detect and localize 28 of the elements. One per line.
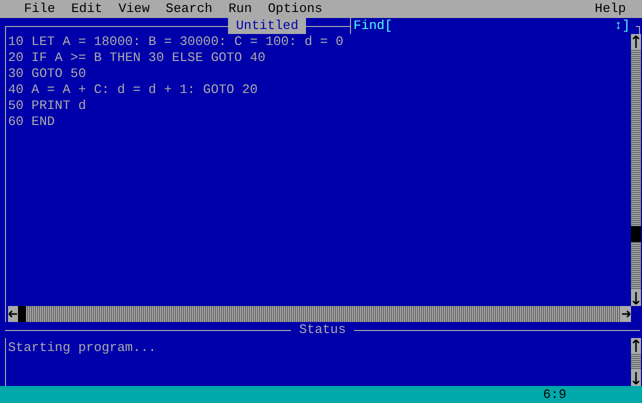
down-arrow-icon[interactable] <box>631 290 641 306</box>
code-line: 50 PRINT d <box>8 98 86 114</box>
horizontal-scrollbar[interactable] <box>8 306 631 322</box>
code-line: 10 LET A = 18000: B = 30000: C = 100: d = 0 <box>8 34 344 50</box>
scroll-thumb[interactable] <box>631 226 641 242</box>
find-label[interactable]: Find[ <box>351 18 392 34</box>
code-line: 20 IF A >= B THEN 30 ELSE GOTO 40 <box>8 50 266 66</box>
menu-item[interactable]: Help <box>594 1 626 17</box>
up-arrow-icon[interactable] <box>631 34 641 50</box>
menu-item[interactable]: File <box>24 1 56 17</box>
menu-item[interactable]: Search <box>166 1 212 17</box>
find-end: ↕] <box>614 18 630 34</box>
up-arrow-icon[interactable] <box>631 338 641 354</box>
code-line: 60 END <box>8 114 55 130</box>
vertical-scrollbar[interactable] <box>631 338 641 386</box>
vertical-scrollbar[interactable] <box>631 34 641 306</box>
menu-item[interactable]: View <box>118 1 150 17</box>
window-title: Untitled <box>228 18 306 34</box>
panel-title: Status <box>298 322 347 338</box>
status-message: Starting program... <box>8 340 158 356</box>
code-line: 40 A = A + C: d = d + 1: GOTO 20 <box>8 82 258 98</box>
cursor-position: 6:9 <box>543 386 566 402</box>
down-arrow-icon[interactable] <box>631 370 641 386</box>
menu-item[interactable]: Edit <box>71 1 102 17</box>
code-line: 30 GOTO 50 <box>8 66 86 82</box>
scroll-thumb[interactable] <box>18 306 26 322</box>
menu-item[interactable]: Options <box>268 1 322 17</box>
menu-item[interactable]: Run <box>228 1 252 17</box>
